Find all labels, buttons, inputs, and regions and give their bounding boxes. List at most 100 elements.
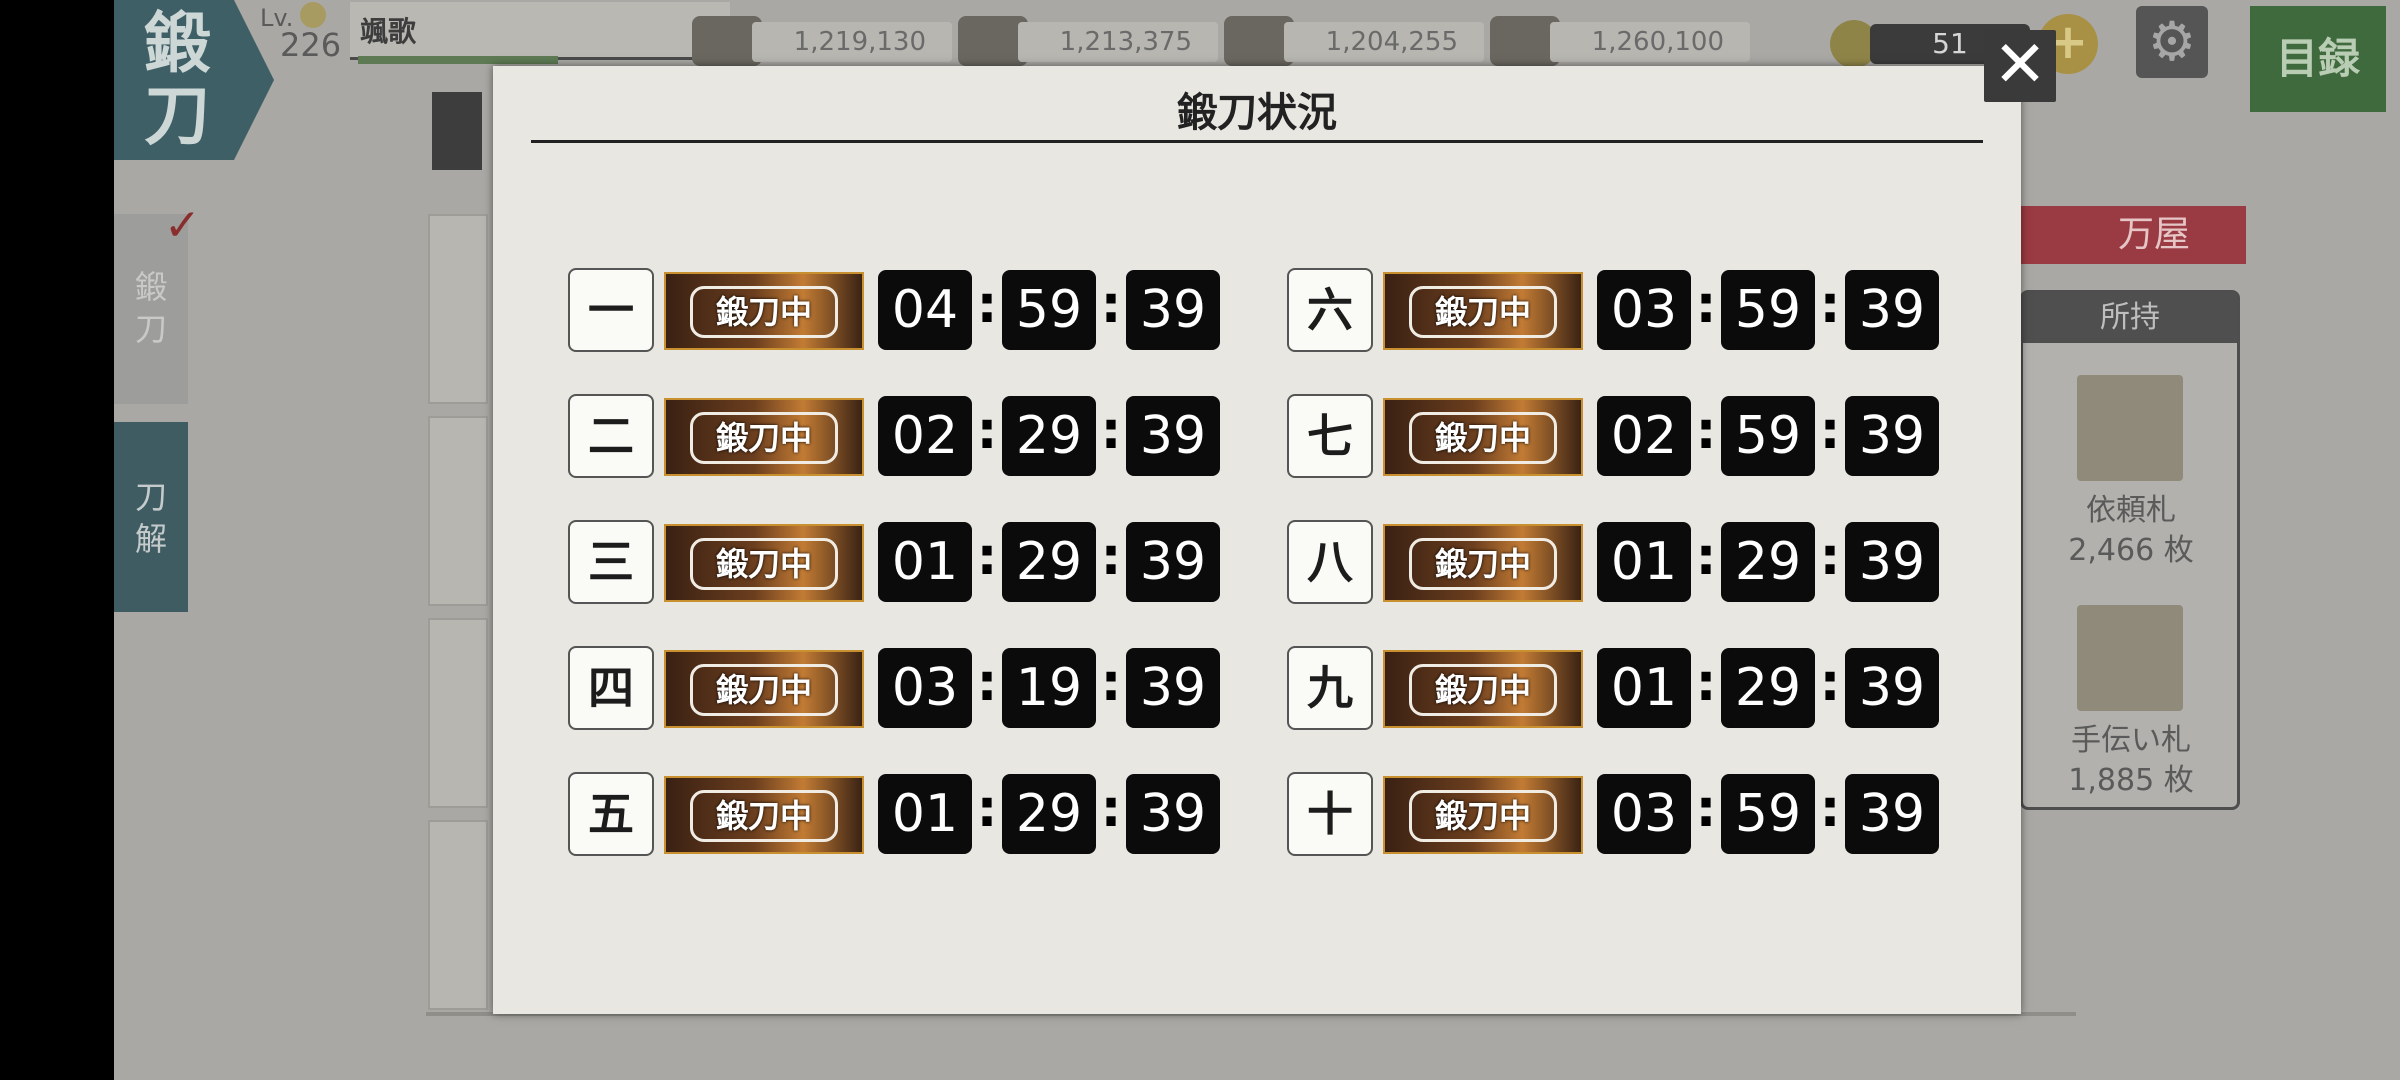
forge-slot-row: 七鍛刀中 02:59:39 xyxy=(1287,394,1977,478)
timer-separator: : xyxy=(1100,275,1122,335)
forging-status-badge: 鍛刀中 xyxy=(664,650,864,728)
timer-separator: : xyxy=(1819,401,1841,461)
bg-forge-slot xyxy=(428,820,488,1010)
player-name: 颯歌 xyxy=(360,15,417,48)
bg-forge-slot xyxy=(428,416,488,606)
timer-separator: : xyxy=(1819,527,1841,587)
timer-minutes: 29 xyxy=(1002,396,1096,476)
inventory-item-count: 2,466 枚 xyxy=(2068,533,2194,568)
resource-value: 1,213,375 xyxy=(1018,22,1218,62)
badge-char-2: 刀 xyxy=(144,76,210,154)
forging-status-badge: 鍛刀中 xyxy=(1383,272,1583,350)
timer-hours: 01 xyxy=(878,522,972,602)
timer-seconds: 39 xyxy=(1845,648,1939,728)
resource-value: 1,260,100 xyxy=(1550,22,1750,62)
side-tab-label: 刀 xyxy=(134,310,167,348)
timer-separator: : xyxy=(1695,653,1717,713)
timer-hours: 01 xyxy=(1597,522,1691,602)
timer-separator: : xyxy=(1100,653,1122,713)
resource-tamahagane: 1,213,375 xyxy=(958,16,1218,66)
timer-seconds: 39 xyxy=(1845,522,1939,602)
badge-char-1: 鍛 xyxy=(144,4,210,82)
slot-number: 十 xyxy=(1287,772,1373,856)
timer-minutes: 29 xyxy=(1002,522,1096,602)
forging-status-badge: 鍛刀中 xyxy=(1383,524,1583,602)
inventory-panel: 所持 依頼札 2,466 枚 手伝い札 1,885 枚 xyxy=(2020,290,2240,810)
timer-hours: 04 xyxy=(878,270,972,350)
slot-number: 三 xyxy=(568,520,654,604)
timer-minutes: 59 xyxy=(1002,270,1096,350)
side-tab-label: 鍛 xyxy=(134,268,167,306)
timer-seconds: 39 xyxy=(1126,522,1220,602)
shop-button[interactable]: 万屋 xyxy=(2020,206,2246,264)
forging-status-label: 鍛刀中 xyxy=(690,664,838,716)
timer-hours: 01 xyxy=(878,774,972,854)
side-tab-label: 刀 xyxy=(134,478,167,516)
timer-separator: : xyxy=(976,653,998,713)
forging-status-badge: 鍛刀中 xyxy=(1383,776,1583,854)
forging-status-label: 鍛刀中 xyxy=(1409,790,1557,842)
timer-seconds: 39 xyxy=(1126,648,1220,728)
timer-separator: : xyxy=(1100,401,1122,461)
resource-cooling-material: 1,204,255 xyxy=(1224,16,1484,66)
timer-seconds: 39 xyxy=(1126,396,1220,476)
forge-slot-row: 五鍛刀中 01:29:39 xyxy=(568,772,1258,856)
close-button[interactable]: ✕ xyxy=(1984,30,2056,102)
forging-status-label: 鍛刀中 xyxy=(690,538,838,590)
level-value: 226 xyxy=(280,26,342,64)
forging-status-label: 鍛刀中 xyxy=(1409,286,1557,338)
forging-status-badge: 鍛刀中 xyxy=(664,776,864,854)
timer-separator: : xyxy=(1100,779,1122,839)
help-ticket-icon xyxy=(2077,605,2183,711)
timer-separator: : xyxy=(1819,779,1841,839)
timer-separator: : xyxy=(1100,527,1122,587)
forging-status-label: 鍛刀中 xyxy=(690,790,838,842)
timer-separator: : xyxy=(1819,275,1841,335)
settings-button[interactable]: ⚙ xyxy=(2136,6,2208,78)
timer-hours: 01 xyxy=(1597,648,1691,728)
timer-seconds: 39 xyxy=(1845,396,1939,476)
forging-status-label: 鍛刀中 xyxy=(690,286,838,338)
side-tab-label: 解 xyxy=(134,520,167,558)
timer-separator: : xyxy=(976,401,998,461)
checkmark-icon: ✓ xyxy=(164,200,201,251)
forging-status-badge: 鍛刀中 xyxy=(664,524,864,602)
forge-slot-row: 二鍛刀中 02:29:39 xyxy=(568,394,1258,478)
bg-dark-button xyxy=(432,92,482,170)
slot-number: 五 xyxy=(568,772,654,856)
resource-charcoal: 1,219,130 xyxy=(692,16,952,66)
forge-slot-row: 一鍛刀中 04:59:39 xyxy=(568,268,1258,352)
resource-value: 1,204,255 xyxy=(1284,22,1484,62)
bg-forge-slot xyxy=(428,618,488,808)
timer-separator: : xyxy=(1695,401,1717,461)
timer-hours: 03 xyxy=(1597,774,1691,854)
title-divider xyxy=(531,140,1983,143)
forge-screen-badge: 鍛 刀 xyxy=(114,0,274,160)
slot-number: 六 xyxy=(1287,268,1373,352)
timer-minutes: 19 xyxy=(1002,648,1096,728)
timer-hours: 03 xyxy=(1597,270,1691,350)
timer-separator: : xyxy=(1695,779,1717,839)
forge-slot-row: 六鍛刀中 03:59:39 xyxy=(1287,268,1977,352)
slot-number: 九 xyxy=(1287,646,1373,730)
timer-minutes: 59 xyxy=(1721,270,1815,350)
forge-slot-row: 三鍛刀中 01:29:39 xyxy=(568,520,1258,604)
forging-status-label: 鍛刀中 xyxy=(690,412,838,464)
timer-separator: : xyxy=(1695,275,1717,335)
slot-number: 二 xyxy=(568,394,654,478)
resource-value: 1,219,130 xyxy=(752,22,952,62)
inventory-item-name: 依頼札 xyxy=(2086,493,2176,528)
forging-status-label: 鍛刀中 xyxy=(1409,412,1557,464)
catalog-button[interactable]: 目録 xyxy=(2250,6,2386,112)
timer-separator: : xyxy=(976,275,998,335)
timer-minutes: 29 xyxy=(1002,774,1096,854)
timer-separator: : xyxy=(1819,653,1841,713)
forge-slot-row: 十鍛刀中 03:59:39 xyxy=(1287,772,1977,856)
side-tab-dismantle[interactable]: 刀 解 xyxy=(114,422,188,612)
level-coin-icon xyxy=(300,2,326,28)
forging-status-label: 鍛刀中 xyxy=(1409,538,1557,590)
slot-number: 一 xyxy=(568,268,654,352)
timer-hours: 02 xyxy=(1597,396,1691,476)
inventory-item-name: 手伝い札 xyxy=(2071,723,2191,758)
forging-status-label: 鍛刀中 xyxy=(1409,664,1557,716)
